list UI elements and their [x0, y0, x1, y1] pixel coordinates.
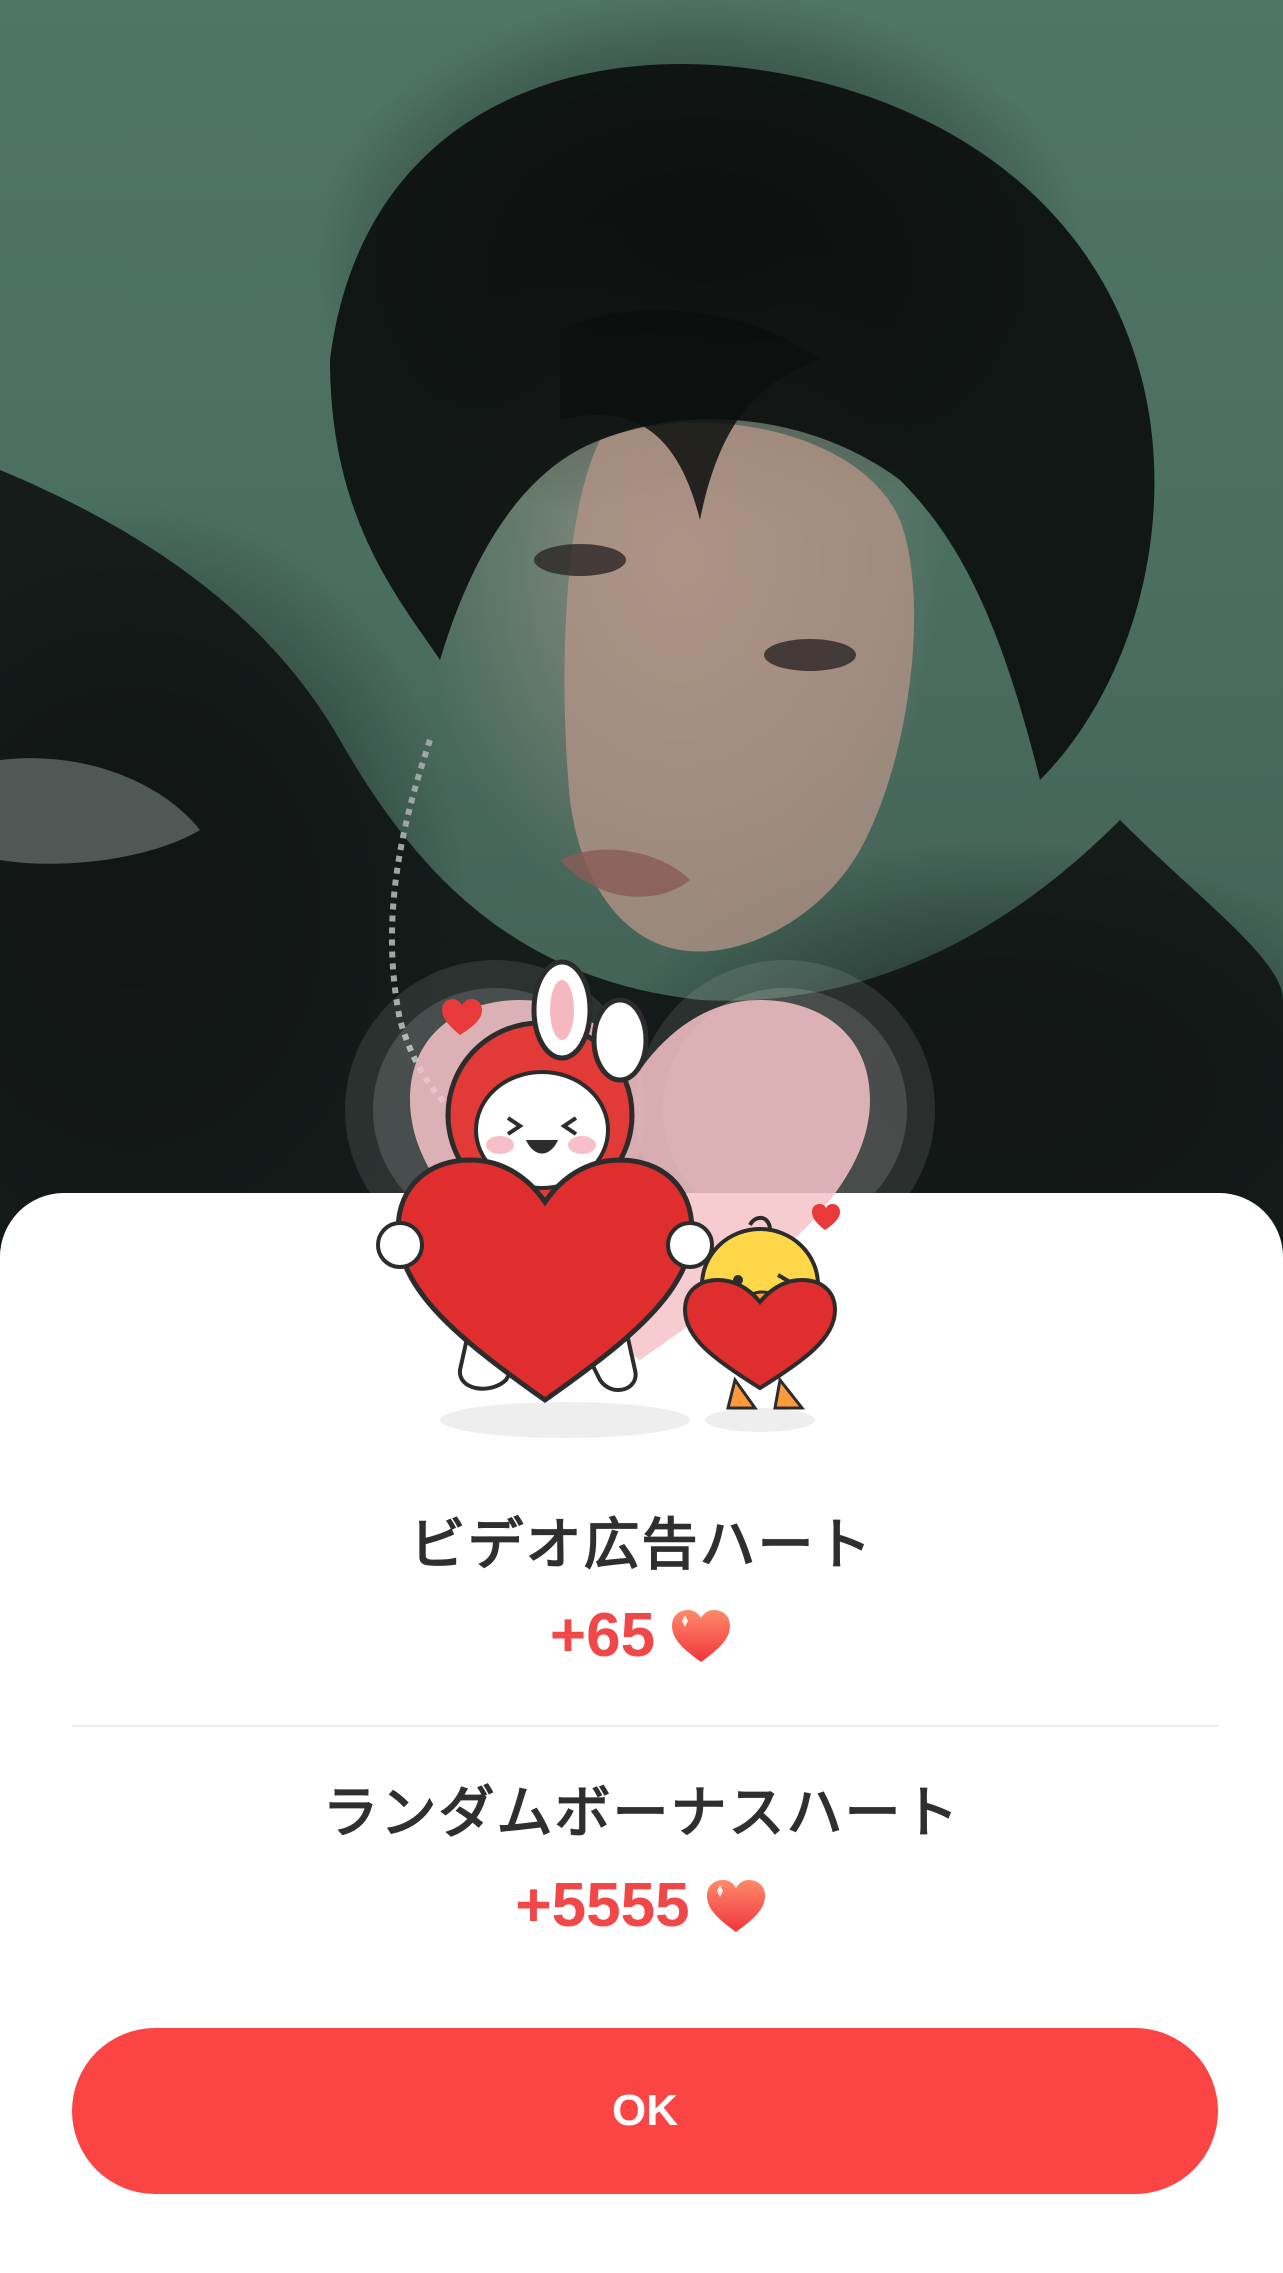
reward-amount-row-video-ad: +65 [0, 1600, 1283, 1671]
mascot-illustration [330, 940, 950, 1460]
heart-icon [704, 1876, 768, 1936]
divider [72, 1725, 1218, 1727]
reward-title-random-bonus: ランダムボーナスハート [322, 1781, 961, 1846]
reward-amount-random-bonus: +5555 [515, 1871, 690, 1940]
reward-screen: ビデオ広告ハート +65 ランダムボーナスハート +5555 OK [0, 0, 1283, 2273]
reward-amount-row-random-bonus: +5555 [0, 1870, 1283, 1941]
ok-button[interactable]: OK [72, 2028, 1218, 2194]
reward-amount-video-ad: +65 [549, 1601, 656, 1670]
reward-title-video-ad: ビデオ広告ハート [409, 1513, 874, 1578]
heart-icon [669, 1606, 733, 1666]
